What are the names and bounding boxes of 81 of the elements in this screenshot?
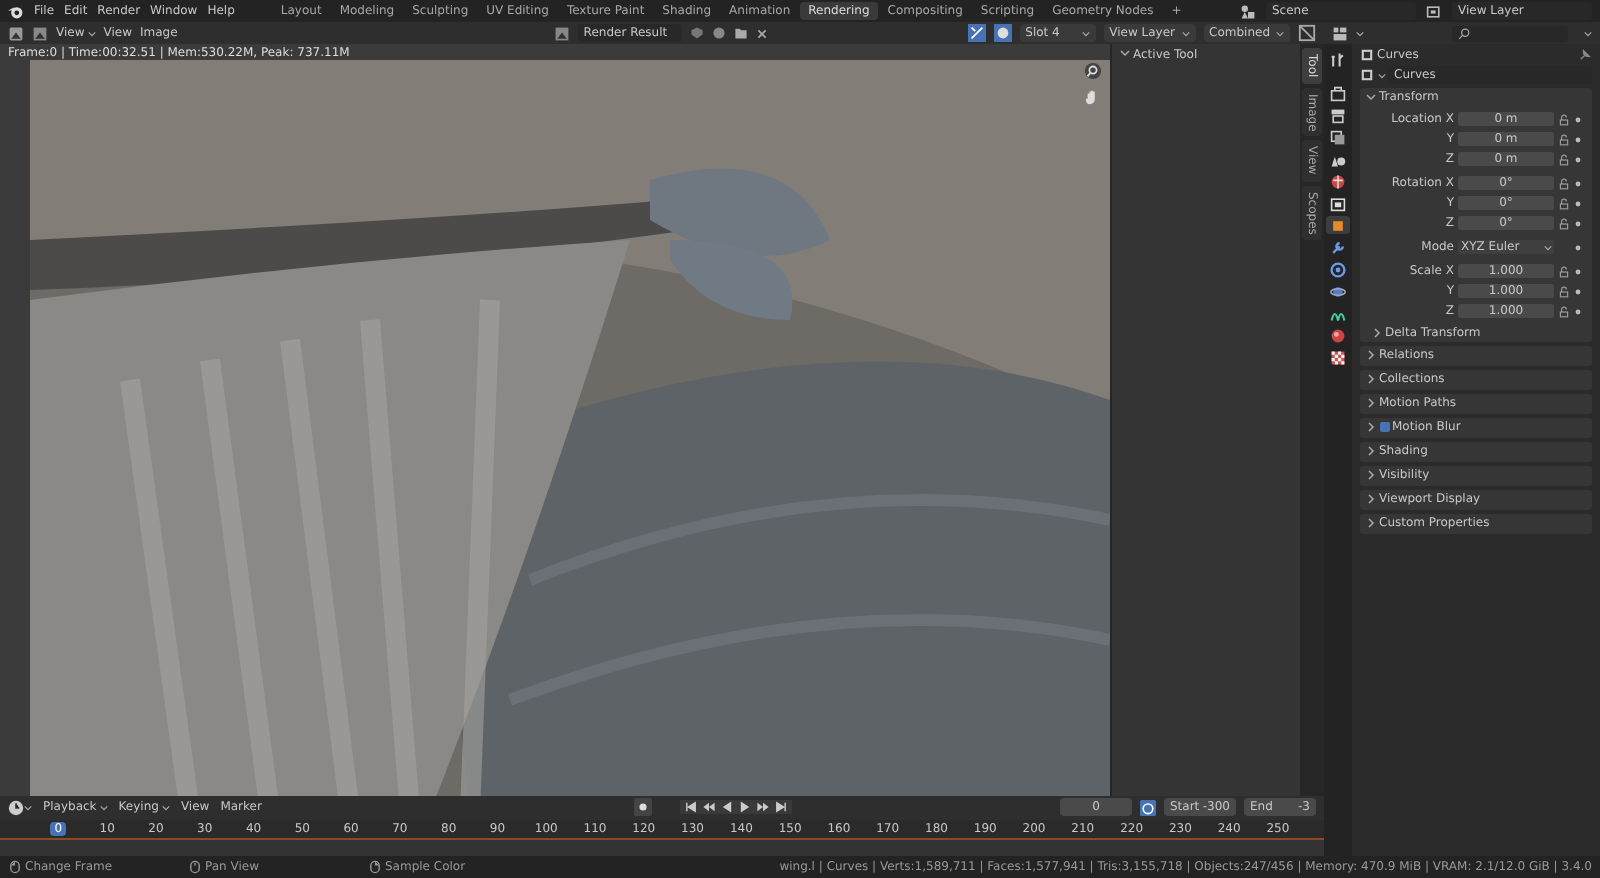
color-picker-icon[interactable] bbox=[993, 24, 1012, 42]
lock-icon[interactable] bbox=[1558, 197, 1570, 210]
pin-icon[interactable] bbox=[1578, 48, 1592, 63]
play-reverse-icon[interactable] bbox=[719, 800, 734, 815]
new-image-icon[interactable] bbox=[711, 26, 726, 40]
object-browse-icon[interactable] bbox=[1360, 68, 1374, 83]
keyframe-dot-icon[interactable] bbox=[1574, 199, 1582, 208]
zoom-icon[interactable] bbox=[1084, 62, 1102, 80]
render-layer-icon[interactable] bbox=[1426, 3, 1442, 19]
images-icon bbox=[1330, 129, 1346, 145]
editor-type-icon[interactable] bbox=[1332, 25, 1348, 41]
checker-icon bbox=[1330, 349, 1346, 365]
next-keyframe-icon[interactable] bbox=[755, 800, 770, 815]
image-browse-icon[interactable] bbox=[553, 25, 570, 41]
keyframe-dot-icon[interactable] bbox=[1574, 219, 1582, 228]
printer-tab[interactable] bbox=[1326, 106, 1350, 124]
image-icon[interactable] bbox=[32, 25, 48, 41]
keyframe-dot-icon[interactable] bbox=[1574, 155, 1582, 164]
checker-tab[interactable] bbox=[1326, 348, 1350, 366]
search-field[interactable] bbox=[1452, 25, 1568, 41]
close-icon[interactable] bbox=[755, 27, 768, 39]
jump-end-icon[interactable] bbox=[773, 800, 788, 815]
orbit-icon bbox=[1330, 283, 1346, 299]
display-channels-icon[interactable] bbox=[967, 24, 986, 42]
sphere-icon bbox=[1330, 327, 1346, 343]
keyframe-dot-icon[interactable] bbox=[1574, 135, 1582, 144]
lock-icon[interactable] bbox=[1558, 133, 1570, 146]
scene-icon[interactable] bbox=[1240, 3, 1256, 19]
mouse-icon bbox=[8, 860, 22, 874]
lock-icon[interactable] bbox=[1558, 217, 1570, 230]
keyframe-dot-icon[interactable] bbox=[1574, 267, 1582, 276]
box-icon bbox=[1330, 195, 1346, 211]
square-tab[interactable] bbox=[1326, 216, 1350, 234]
keyframe-dot-icon[interactable] bbox=[1574, 287, 1582, 296]
clock-icon[interactable] bbox=[8, 799, 24, 816]
keyframe-dot-icon[interactable] bbox=[1574, 307, 1582, 316]
alpha-display-icon[interactable] bbox=[1298, 24, 1316, 42]
caret-icon bbox=[1584, 29, 1592, 37]
keyframe-dot-icon[interactable] bbox=[1574, 115, 1582, 124]
caret-icon bbox=[1181, 29, 1190, 37]
caret-icon bbox=[24, 803, 32, 812]
printer-icon bbox=[1330, 107, 1346, 123]
box-tab[interactable] bbox=[1326, 194, 1350, 212]
particles-tab[interactable] bbox=[1326, 260, 1350, 278]
square-icon bbox=[1330, 217, 1346, 233]
record-button-icon[interactable] bbox=[633, 798, 652, 817]
tool-icon bbox=[1330, 51, 1346, 67]
blender-logo-icon[interactable] bbox=[8, 3, 24, 19]
stopwatch-icon[interactable] bbox=[1140, 799, 1156, 816]
lock-icon[interactable] bbox=[1558, 113, 1570, 126]
lock-icon[interactable] bbox=[1558, 305, 1570, 318]
globe-tab[interactable] bbox=[1326, 172, 1350, 190]
lock-icon[interactable] bbox=[1558, 177, 1570, 190]
globe-icon bbox=[1330, 173, 1346, 189]
caret-icon bbox=[87, 29, 96, 37]
keyframe-dot-icon[interactable] bbox=[1574, 179, 1582, 188]
sphere-tab[interactable] bbox=[1326, 326, 1350, 344]
particles-icon bbox=[1330, 261, 1346, 277]
mouse-icon bbox=[368, 860, 382, 874]
mouse-icon bbox=[188, 860, 202, 874]
object-icon bbox=[1360, 48, 1374, 63]
search-icon bbox=[1458, 27, 1470, 39]
jump-start-icon[interactable] bbox=[683, 800, 698, 815]
prev-keyframe-icon[interactable] bbox=[701, 800, 716, 815]
fake-user-icon[interactable] bbox=[689, 26, 704, 40]
wrench-icon bbox=[1330, 239, 1346, 255]
images-tab[interactable] bbox=[1326, 128, 1350, 146]
caret-icon bbox=[1081, 29, 1090, 37]
caret-icon bbox=[1356, 29, 1364, 37]
lock-icon[interactable] bbox=[1558, 285, 1570, 298]
editor-type-icon[interactable] bbox=[8, 25, 24, 41]
checkbox[interactable] bbox=[1379, 422, 1389, 433]
caret-icon bbox=[1276, 29, 1284, 37]
folder-icon[interactable] bbox=[733, 26, 748, 40]
lock-icon[interactable] bbox=[1558, 153, 1570, 166]
camera-back-icon bbox=[1330, 85, 1346, 101]
orbit-tab[interactable] bbox=[1326, 282, 1350, 300]
play-icon[interactable] bbox=[737, 800, 752, 815]
lock-icon[interactable] bbox=[1558, 265, 1570, 278]
keyframe-dot-icon[interactable] bbox=[1574, 243, 1582, 252]
camera-back-tab[interactable] bbox=[1326, 84, 1350, 102]
